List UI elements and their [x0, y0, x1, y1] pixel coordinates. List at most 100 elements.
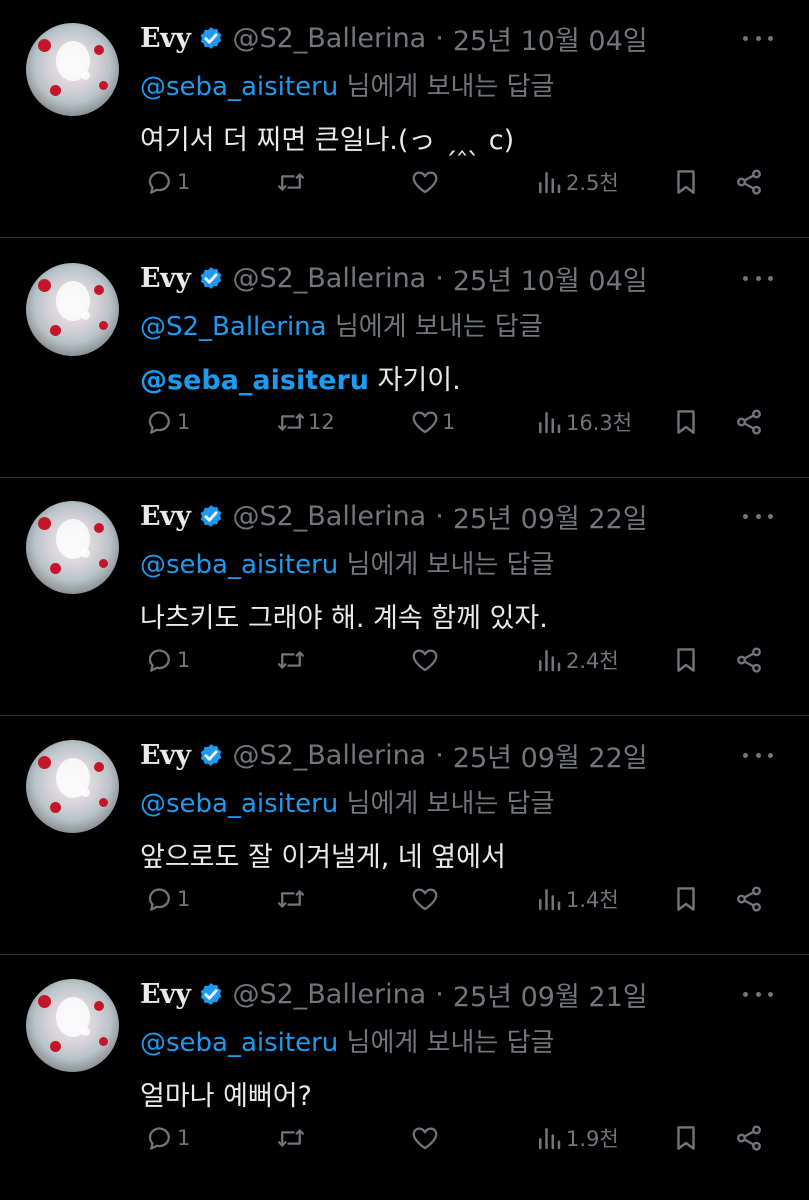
display-name[interactable]: Evy	[140, 263, 191, 294]
bookmark-button[interactable]	[671, 1118, 701, 1158]
user-handle[interactable]: @S2_Ballerina	[232, 501, 426, 532]
action-bar: 1 2.5천	[140, 162, 780, 202]
tweet[interactable]: Evy @S2_Ballerina · 25년 10월 04일 @S2_Ball…	[0, 240, 809, 478]
user-handle[interactable]: @S2_Ballerina	[232, 23, 426, 54]
reply-context: @seba_aisiteru 님에게 보내는 답글	[140, 66, 554, 106]
heart-icon	[412, 171, 438, 194]
display-name[interactable]: Evy	[140, 23, 191, 54]
like-button[interactable]	[410, 640, 442, 680]
tweet[interactable]: Evy @S2_Ballerina · 25년 09월 22일 @seba_ai…	[0, 478, 809, 716]
share-button[interactable]	[734, 879, 764, 919]
like-button[interactable]	[410, 879, 442, 919]
more-icon[interactable]	[743, 266, 773, 290]
heart-icon	[412, 1127, 438, 1150]
action-bar: 1 1.9천	[140, 1118, 780, 1158]
retweet-icon	[278, 890, 304, 908]
tweet[interactable]: Evy @S2_Ballerina · 25년 09월 21일 @seba_ai…	[0, 956, 809, 1194]
bookmark-icon	[677, 1126, 695, 1150]
tweet-text: 얼마나 예뻐어?	[140, 1074, 312, 1118]
display-name[interactable]: Evy	[140, 501, 191, 532]
reply-to-label: 님에게 보내는 답글	[346, 1028, 555, 1058]
reply-feed: Evy @S2_Ballerina · 25년 10월 04일 @seba_ai…	[0, 0, 809, 1200]
reply-to-label: 님에게 보내는 답글	[346, 72, 555, 102]
avatar[interactable]	[26, 740, 119, 833]
retweet-button[interactable]: 12	[276, 402, 335, 442]
bookmark-button[interactable]	[671, 162, 701, 202]
tweet-header: Evy @S2_Ballerina · 25년 09월 22일	[140, 496, 648, 536]
user-handle[interactable]: @S2_Ballerina	[232, 740, 426, 771]
views-button[interactable]: 16.3천	[534, 402, 632, 442]
views-count: 2.4천	[566, 649, 619, 673]
views-button[interactable]: 1.4천	[534, 879, 619, 919]
reply-context: @seba_aisiteru 님에게 보내는 답글	[140, 783, 554, 823]
share-icon	[737, 409, 761, 435]
tweet[interactable]: Evy @S2_Ballerina · 25년 09월 22일 @seba_ai…	[0, 717, 809, 955]
more-icon[interactable]	[743, 982, 773, 1006]
more-icon[interactable]	[743, 743, 773, 767]
reply-to-mention[interactable]: @seba_aisiteru	[140, 789, 338, 819]
share-button[interactable]	[734, 402, 764, 442]
avatar[interactable]	[26, 263, 119, 356]
retweet-icon	[278, 651, 304, 669]
share-button[interactable]	[734, 1118, 764, 1158]
retweet-button[interactable]	[276, 640, 308, 680]
reply-button[interactable]: 1	[145, 1118, 190, 1158]
reply-button[interactable]: 1	[145, 402, 190, 442]
avatar[interactable]	[26, 979, 119, 1072]
reply-button[interactable]: 1	[145, 879, 190, 919]
reply-to-mention[interactable]: @seba_aisiteru	[140, 1028, 338, 1058]
verified-badge-icon	[201, 505, 222, 527]
retweet-button[interactable]	[276, 879, 308, 919]
views-count: 1.9천	[566, 1127, 619, 1151]
display-name[interactable]: Evy	[140, 740, 191, 771]
like-button[interactable]	[410, 1118, 442, 1158]
divider	[0, 715, 809, 716]
post-date[interactable]: 25년 09월 22일	[453, 736, 648, 775]
reply-icon	[148, 649, 170, 672]
bookmark-button[interactable]	[671, 879, 701, 919]
post-date[interactable]: 25년 09월 22일	[453, 497, 648, 536]
display-name[interactable]: Evy	[140, 979, 191, 1010]
like-count: 1	[442, 410, 456, 434]
avatar[interactable]	[26, 23, 119, 116]
avatar[interactable]	[26, 501, 119, 594]
more-icon[interactable]	[743, 26, 773, 50]
share-button[interactable]	[734, 162, 764, 202]
reply-to-mention[interactable]: @seba_aisiteru	[140, 550, 338, 580]
reply-icon	[148, 411, 170, 434]
views-button[interactable]: 2.5천	[534, 162, 619, 202]
views-icon	[539, 650, 561, 672]
reply-to-mention[interactable]: @seba_aisiteru	[140, 72, 338, 102]
reply-button[interactable]: 1	[145, 162, 190, 202]
views-icon	[539, 412, 561, 434]
bookmark-button[interactable]	[671, 640, 701, 680]
bookmark-icon	[677, 170, 695, 194]
bookmark-icon	[677, 648, 695, 672]
more-icon[interactable]	[743, 504, 773, 528]
views-count: 1.4천	[566, 888, 619, 912]
reply-button[interactable]: 1	[145, 640, 190, 680]
heart-icon	[412, 649, 438, 672]
post-date[interactable]: 25년 10월 04일	[453, 19, 648, 58]
text-mention[interactable]: @seba_aisiteru	[140, 365, 369, 396]
like-button[interactable]	[410, 162, 442, 202]
verified-badge-icon	[201, 267, 222, 289]
reply-context: @seba_aisiteru 님에게 보내는 답글	[140, 544, 554, 584]
retweet-button[interactable]	[276, 162, 308, 202]
like-button[interactable]: 1	[410, 402, 455, 442]
views-button[interactable]: 2.4천	[534, 640, 619, 680]
bookmark-button[interactable]	[671, 402, 701, 442]
share-button[interactable]	[734, 640, 764, 680]
views-button[interactable]: 1.9천	[534, 1118, 619, 1158]
post-date[interactable]: 25년 09월 21일	[453, 975, 648, 1014]
user-handle[interactable]: @S2_Ballerina	[232, 263, 426, 294]
retweet-icon	[278, 173, 304, 191]
reply-count: 1	[177, 887, 191, 911]
user-handle[interactable]: @S2_Ballerina	[232, 979, 426, 1010]
post-date[interactable]: 25년 10월 04일	[453, 259, 648, 298]
tweet[interactable]: Evy @S2_Ballerina · 25년 10월 04일 @seba_ai…	[0, 0, 809, 238]
separator-dot: ·	[435, 739, 444, 771]
reply-to-mention[interactable]: @S2_Ballerina	[140, 312, 327, 342]
retweet-button[interactable]	[276, 1118, 308, 1158]
action-bar: 1 2.4천	[140, 640, 780, 680]
